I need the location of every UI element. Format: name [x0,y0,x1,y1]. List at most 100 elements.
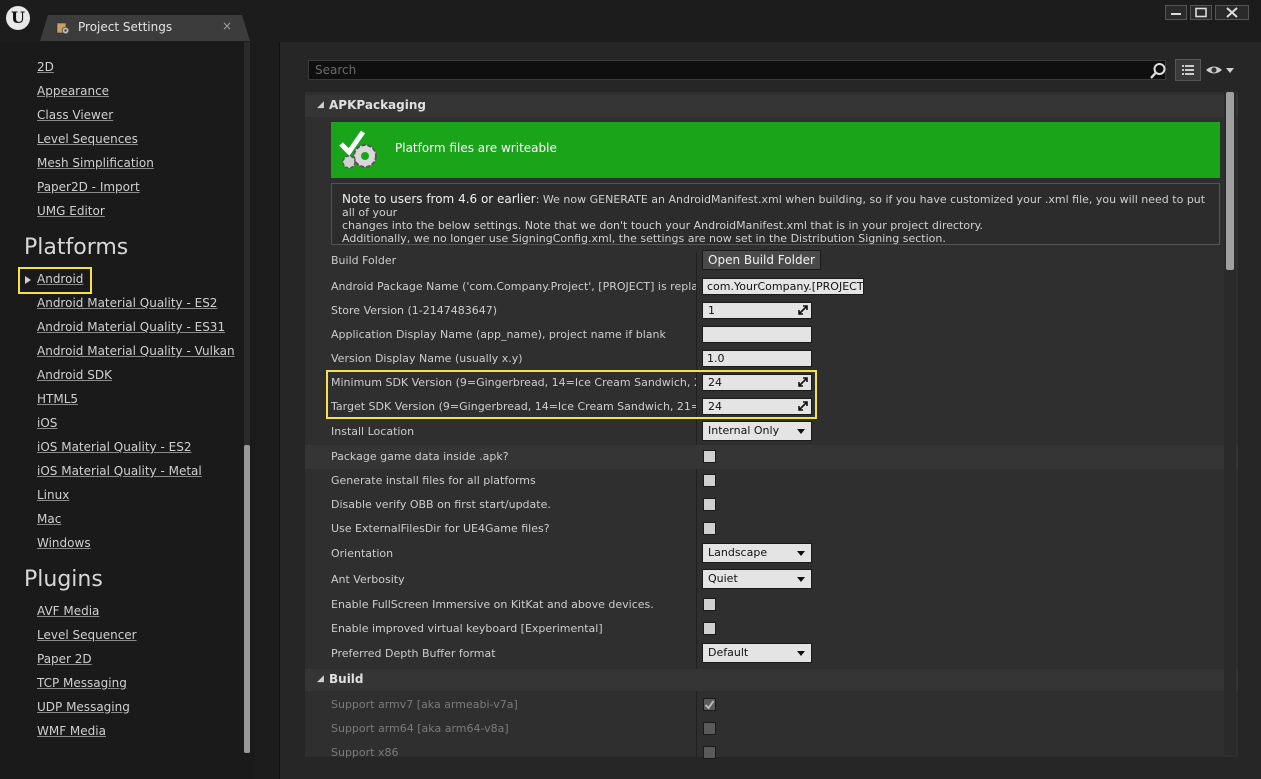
sidebar-item-android-mq-vulkan[interactable]: Android Material Quality - Vulkan [37,344,235,358]
manifest-note: Note to users from 4.6 or earlier: We no… [331,183,1220,245]
search-input[interactable]: Search [308,60,1166,80]
maximize-button[interactable] [1190,5,1212,20]
platforms-heading: Platforms [24,235,128,260]
x86-checkbox[interactable] [703,746,716,759]
package-name-label: Android Package Name ('com.Company.Proje… [331,280,696,293]
arm64-label: Support arm64 [aka arm64-v8a] [331,722,696,735]
sidebar-item-mesh-simplification[interactable]: Mesh Simplification [37,156,154,170]
spin-drag-icon[interactable] [798,377,808,387]
orientation-label: Orientation [331,547,696,560]
sidebar-item-ios-mq-metal[interactable]: iOS Material Quality - Metal [37,464,202,478]
sidebar-item-paper2d-import[interactable]: Paper2D - Import [37,180,140,194]
ant-verbosity-value: Quiet [708,572,738,585]
disable-obb-label: Disable verify OBB on first start/update… [331,498,696,511]
build-header[interactable]: ◢ Build [305,669,1238,691]
plugins-heading: Plugins [24,567,103,592]
install-location-dropdown[interactable]: Internal Only [702,421,812,441]
min-sdk-label: Minimum SDK Version (9=Gingerbread, 14=I… [331,376,696,389]
target-sdk-field[interactable]: 24 [702,398,812,415]
row-external-files: Use ExternalFilesDir for UE4Game files? [305,517,1238,541]
sidebar-item-wmf-media[interactable]: WMF Media [37,724,106,738]
spin-drag-icon[interactable] [798,305,808,315]
dropdown-arrow-icon [797,551,805,556]
sidebar-item-android-sdk[interactable]: Android SDK [37,368,112,382]
sidebar-item-ios[interactable]: iOS [37,416,57,430]
virtual-keyboard-checkbox[interactable] [703,622,716,635]
x86-label: Support x86 [331,746,696,759]
package-data-checkbox[interactable] [703,450,716,463]
virtual-keyboard-label: Enable improved virtual keyboard [Experi… [331,622,696,635]
version-display-name-field[interactable]: 1.0 [702,350,812,367]
sidebar-item-appearance[interactable]: Appearance [37,84,109,98]
fullscreen-checkbox[interactable] [703,598,716,611]
search-icon[interactable] [1149,62,1167,80]
settings-sidebar: 2D Appearance Class Viewer Level Sequenc… [0,42,255,779]
list-view-icon [1176,60,1200,80]
sidebar-item-class-viewer[interactable]: Class Viewer [37,108,113,122]
store-version-label: Store Version (1-2147483647) [331,304,696,317]
sidebar-item-level-sequencer[interactable]: Level Sequencer [37,628,137,642]
sidebar-item-paper-2d[interactable]: Paper 2D [37,652,92,666]
row-orientation: Orientation Landscape [305,542,1238,566]
details-scrollbar-thumb[interactable] [1226,92,1234,270]
sidebar-item-ios-mq-es2[interactable]: iOS Material Quality - ES2 [37,440,191,454]
open-build-folder-button[interactable]: Open Build Folder [702,250,821,270]
platform-files-banner: Platform files are writeable [331,122,1220,178]
armv7-checkbox[interactable] [703,698,716,711]
sidebar-item-level-sequences[interactable]: Level Sequences [37,132,138,146]
expand-arrow-icon[interactable] [24,275,32,285]
tab-label: Project Settings [78,20,172,34]
sidebar-item-html5[interactable]: HTML5 [37,392,78,406]
sidebar-item-umg-editor[interactable]: UMG Editor [37,204,105,218]
details-panel: Search ◢ APKPackaging Platfo [280,42,1261,779]
min-sdk-value: 24 [708,376,722,389]
close-tab-icon[interactable]: × [222,19,232,33]
row-app-display-name: Application Display Name (app_name), pro… [305,323,1238,347]
ant-verbosity-dropdown[interactable]: Quiet [702,569,812,589]
row-gen-install-files: Generate install files for all platforms [305,469,1238,493]
target-sdk-value: 24 [708,400,722,413]
sidebar-item-android-mq-es31[interactable]: Android Material Quality - ES31 [37,320,225,334]
banner-text: Platform files are writeable [395,141,557,155]
sidebar-item-tcp-messaging[interactable]: TCP Messaging [37,676,127,690]
sidebar-item-linux[interactable]: Linux [37,488,69,502]
sidebar-scrollbar-thumb[interactable] [244,445,250,753]
orientation-dropdown[interactable]: Landscape [702,543,812,563]
gen-install-files-checkbox[interactable] [703,474,716,487]
sidebar-item-windows[interactable]: Windows [37,536,91,550]
minimize-button[interactable] [1165,5,1187,20]
dropdown-arrow-icon [797,577,805,582]
close-icon [1216,6,1248,19]
depth-buffer-label: Preferred Depth Buffer format [331,647,696,660]
spin-drag-icon[interactable] [798,401,808,411]
title-bar: U Project Settings × [0,0,1261,42]
sidebar-item-2d[interactable]: 2D [37,60,54,74]
view-options-button[interactable] [1175,59,1201,81]
external-files-checkbox[interactable] [703,522,716,535]
sidebar-item-avf-media[interactable]: AVF Media [37,604,99,618]
arm64-checkbox[interactable] [703,722,716,735]
row-virtual-keyboard: Enable improved virtual keyboard [Experi… [305,617,1238,641]
eye-visibility-icon[interactable] [1205,62,1235,78]
row-arm64: Support arm64 [aka arm64-v8a] [305,717,1238,741]
sidebar-item-mac[interactable]: Mac [37,512,61,526]
package-name-field[interactable]: com.YourCompany.[PROJECT] [702,278,864,295]
depth-buffer-dropdown[interactable]: Default [702,643,812,663]
disable-obb-checkbox[interactable] [703,498,716,511]
dropdown-arrow-icon [797,651,805,656]
gen-install-files-label: Generate install files for all platforms [331,474,696,487]
row-min-sdk: Minimum SDK Version (9=Gingerbread, 14=I… [305,371,1238,395]
sidebar-item-android-mq-es2[interactable]: Android Material Quality - ES2 [37,296,217,310]
install-location-value: Internal Only [708,424,779,437]
row-fullscreen: Enable FullScreen Immersive on KitKat an… [305,593,1238,617]
apk-packaging-header[interactable]: ◢ APKPackaging [305,95,1238,117]
app-display-name-field[interactable] [702,326,812,343]
close-window-button[interactable] [1215,5,1249,20]
sidebar-item-android[interactable]: Android [37,272,83,286]
maximize-icon [1191,6,1211,19]
tab-project-settings[interactable]: Project Settings × [40,15,250,41]
min-sdk-field[interactable]: 24 [702,374,812,391]
store-version-field[interactable]: 1 [702,302,812,319]
sidebar-item-udp-messaging[interactable]: UDP Messaging [37,700,130,714]
row-package-name: Android Package Name ('com.Company.Proje… [305,275,1238,299]
